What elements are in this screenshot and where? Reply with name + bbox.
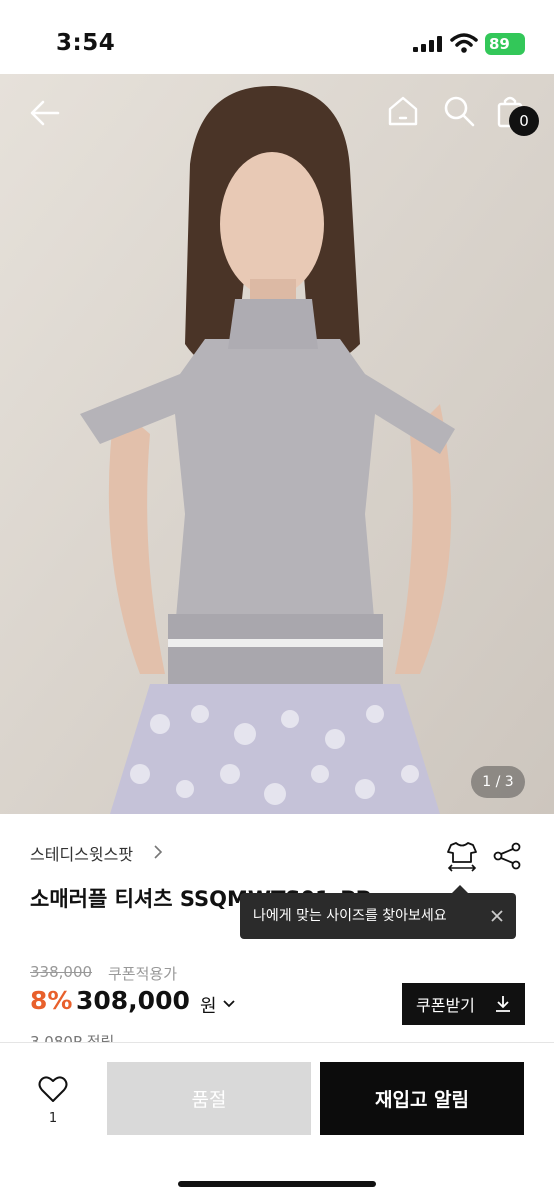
heart-icon — [38, 1076, 68, 1102]
restock-alert-button[interactable]: 재입고 알림 — [320, 1062, 524, 1135]
status-bar: 3:54 89 — [0, 0, 554, 74]
bottom-action-bar: 1 품절 재입고 알림 — [0, 1042, 554, 1200]
cart-count-badge: 0 — [509, 106, 539, 136]
sold-out-button[interactable]: 품절 — [107, 1062, 311, 1135]
original-price: 338,000 — [30, 963, 93, 981]
home-icon[interactable] — [386, 94, 420, 128]
chevron-right-icon — [154, 845, 163, 859]
product-image-carousel[interactable]: 0 1 / 3 — [0, 74, 554, 814]
like-count: 1 — [48, 1111, 58, 1126]
search-icon[interactable] — [442, 94, 476, 128]
brand-link[interactable]: 스테디스윗스팟 — [30, 841, 133, 865]
home-indicator — [178, 1181, 376, 1187]
sale-price: 308,000 — [76, 986, 190, 1015]
size-fit-icon[interactable] — [445, 840, 479, 872]
download-icon — [496, 996, 510, 1012]
like-button[interactable]: 1 — [30, 1075, 76, 1135]
coupon-button-label: 쿠폰받기 — [416, 996, 475, 1015]
signal-icon — [413, 36, 442, 52]
wifi-icon — [450, 33, 478, 53]
image-top-bar: 0 — [0, 74, 554, 150]
battery-level: 89 — [489, 35, 510, 53]
tooltip-text: 나에게 맞는 사이즈를 찾아보세요 — [253, 908, 447, 924]
currency-unit: 원 — [200, 996, 217, 1017]
back-arrow-icon[interactable] — [28, 96, 62, 130]
chevron-down-icon[interactable] — [222, 998, 236, 1010]
points-earned: 3,080P 적립 — [30, 1034, 114, 1042]
status-time: 3:54 — [56, 30, 116, 56]
coupon-download-button[interactable]: 쿠폰받기 — [402, 983, 525, 1025]
close-icon[interactable] — [488, 907, 506, 925]
battery-indicator: 89 — [485, 33, 525, 55]
coupon-price-note: 쿠폰적용가 — [108, 965, 178, 983]
size-tooltip: 나에게 맞는 사이즈를 찾아보세요 — [240, 885, 516, 939]
product-photo — [0, 74, 554, 814]
share-icon[interactable] — [492, 842, 522, 870]
image-pager: 1 / 3 — [471, 766, 525, 798]
discount-rate: 8% — [30, 986, 73, 1015]
